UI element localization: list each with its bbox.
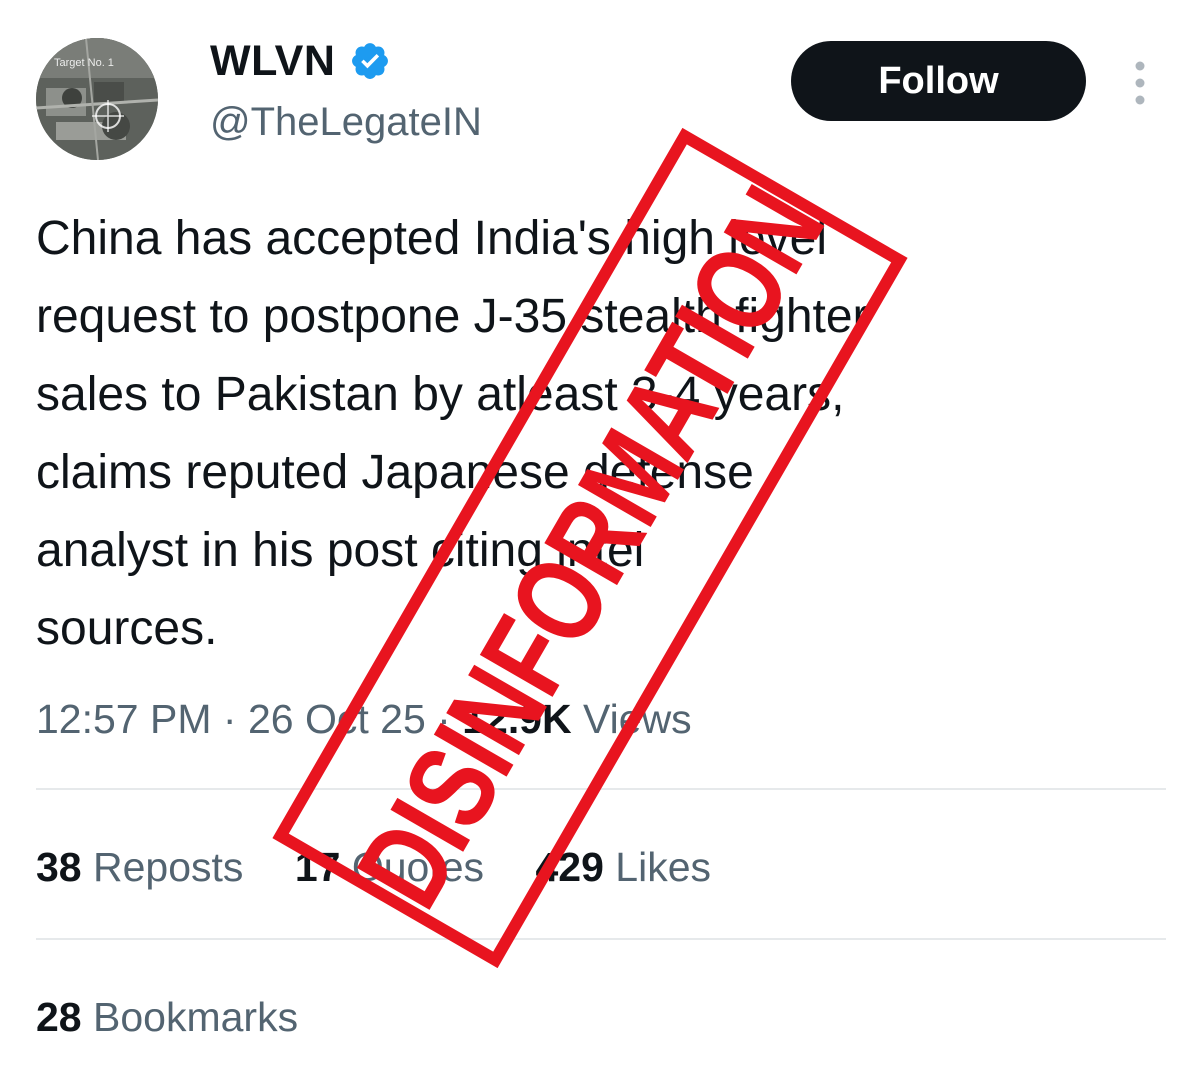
tweet-time[interactable]: 12:57 PM [36, 696, 212, 742]
follow-button[interactable]: Follow [791, 41, 1086, 121]
bookmarks-label: Bookmarks [93, 994, 299, 1040]
avatar-satellite-image: Target No. 1 [36, 38, 158, 160]
reposts-count: 38 [36, 844, 82, 890]
tweet-text: China has accepted India's high level re… [36, 212, 869, 655]
meta-separator: · [437, 696, 451, 742]
divider [36, 788, 1166, 790]
avatar-caption: Target No. 1 [54, 57, 114, 69]
reposts-label: Reposts [93, 844, 244, 890]
verified-badge-icon [352, 43, 389, 79]
more-vertical-icon[interactable] [1120, 56, 1160, 110]
quotes-count: 17 [294, 844, 341, 890]
likes-label: Likes [615, 844, 712, 890]
meta-separator: · [222, 696, 237, 742]
bookmarks-count: 28 [36, 994, 82, 1040]
quotes-label: Quotes [351, 844, 485, 890]
divider [36, 938, 1166, 940]
tweet-date[interactable]: 26 Oct 25 [248, 696, 426, 742]
engagement-stats: 38 Reposts 17 Quotes 429 Likes [36, 840, 751, 894]
likes-count: 429 [535, 844, 604, 890]
avatar[interactable]: Target No. 1 [36, 38, 158, 160]
display-name-text: WLVN [210, 37, 336, 85]
views-label: Views [583, 696, 692, 742]
quotes-stat[interactable]: 17 Quotes [295, 840, 484, 894]
bookmarks-stat[interactable]: 28 Bookmarks [36, 990, 298, 1044]
reposts-stat[interactable]: 38 Reposts [36, 840, 243, 894]
display-name[interactable]: WLVN [210, 36, 391, 86]
likes-stat[interactable]: 429 Likes [535, 840, 711, 894]
views-count: 12.9K [462, 696, 572, 742]
user-handle[interactable]: @TheLegateIN [210, 98, 482, 146]
tweet-metadata: 12:57 PM · 26 Oct 25 · 12.9K Views [36, 692, 692, 746]
